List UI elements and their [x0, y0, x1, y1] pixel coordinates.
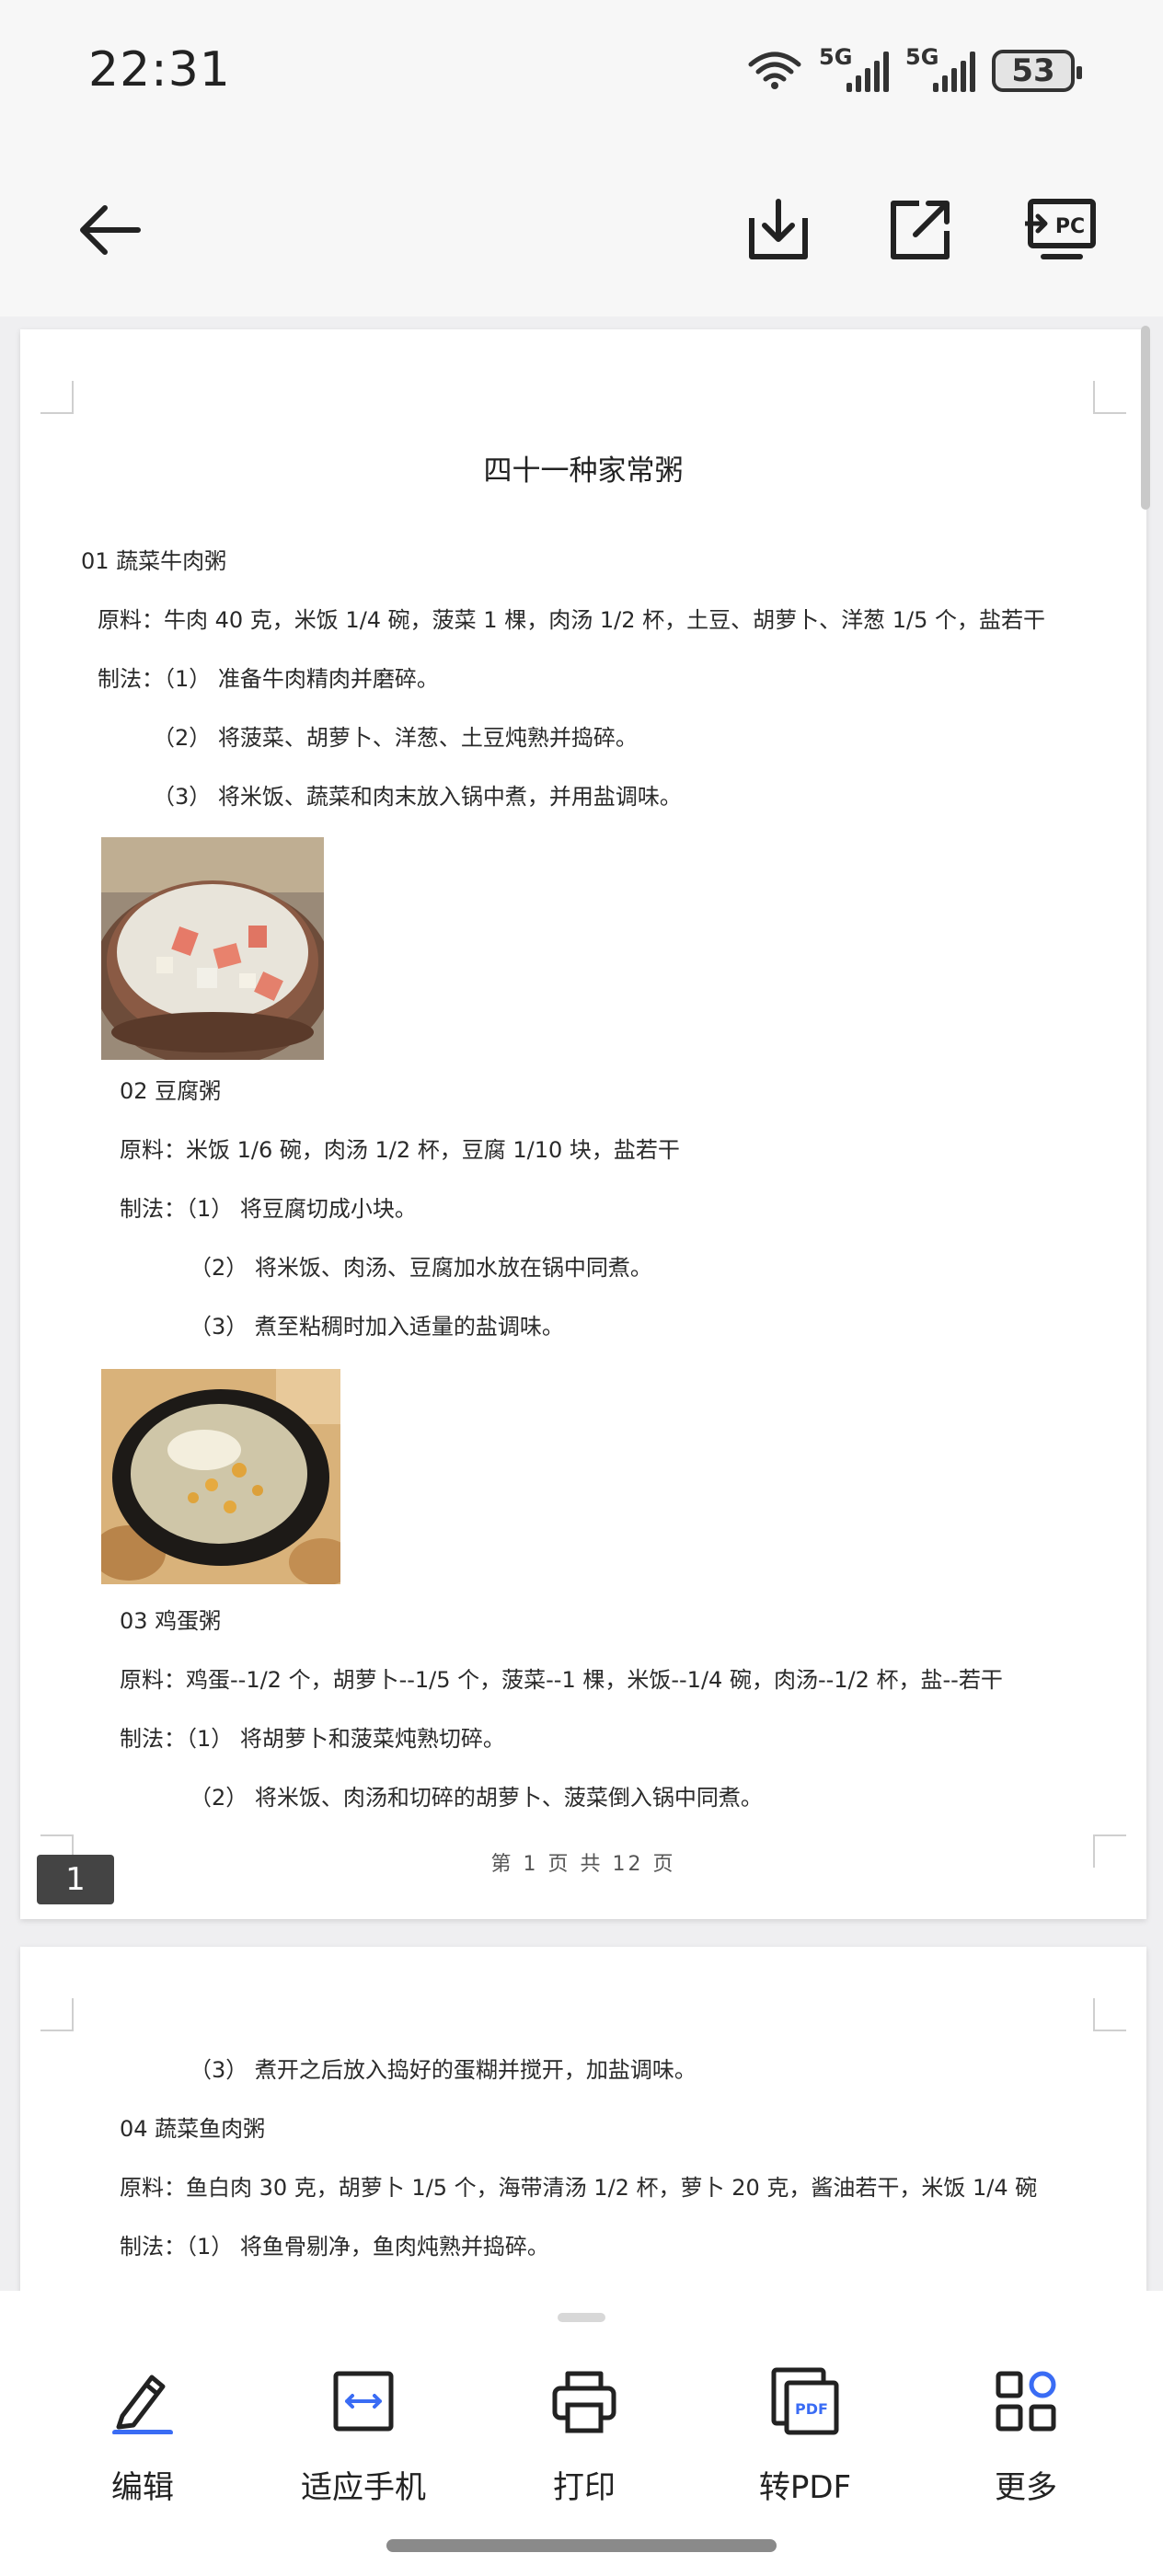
recipe-heading: 04 蔬菜鱼肉粥	[120, 2116, 266, 2142]
edit-button[interactable]: 编辑	[32, 2364, 253, 2507]
signal-icon: 5G	[905, 44, 975, 92]
page-corner-mark	[1093, 381, 1126, 414]
home-indicator[interactable]	[386, 2539, 777, 2552]
document-page: 四十一种家常粥 01 蔬菜牛肉粥 原料：牛肉 40 克，米饭 1/4 碗，菠菜 …	[20, 329, 1146, 1919]
recipe-heading: 03 鸡蛋粥	[120, 1608, 222, 1634]
recipe-step: 制法：（1） 准备牛肉精肉并磨碎。	[98, 666, 439, 692]
page-corner-mark	[40, 381, 74, 414]
status-icons: 5G 5G 53	[747, 44, 1082, 94]
send-to-pc-button[interactable]: PC	[1016, 184, 1108, 276]
more-grid-icon	[989, 2364, 1063, 2438]
recipe-ingredients: 原料：鸡蛋--1/2 个，胡萝卜--1/5 个，菠菜--1 棵，米饭--1/4 …	[120, 1667, 1003, 1693]
action-label: 编辑	[111, 2469, 174, 2506]
to-pc-icon: PC	[1025, 199, 1096, 259]
to-pdf-button[interactable]: PDF 转PDF	[695, 2364, 915, 2507]
recipe-ingredients: 原料：鱼白肉 30 克，胡萝卜 1/5 个，海带清汤 1/2 杯，萝卜 20 克…	[120, 2175, 1038, 2201]
battery-icon: 53	[992, 50, 1082, 92]
download-icon	[749, 199, 808, 259]
recipe-heading: 02 豆腐粥	[120, 1078, 222, 1104]
action-label: 适应手机	[301, 2469, 426, 2506]
wifi-icon	[747, 48, 802, 94]
recipe-step: （3） 煮至粘稠时加入适量的盐调味。	[190, 1314, 564, 1340]
recipe-step: （2） 将菠菜、胡萝卜、洋葱、土豆炖熟并捣碎。	[153, 725, 638, 751]
recipe-step: （2） 将米饭、肉汤、豆腐加水放在锅中同煮。	[190, 1255, 652, 1281]
back-button[interactable]	[64, 184, 156, 276]
document-page: （3） 煮开之后放入捣好的蛋糊并搅开，加盐调味。 04 蔬菜鱼肉粥 原料：鱼白肉…	[20, 1947, 1146, 2291]
top-toolbar: PC	[0, 147, 1163, 316]
action-label: 更多	[995, 2469, 1057, 2506]
pdf-badge: PDF	[795, 2400, 828, 2418]
share-icon	[891, 201, 950, 259]
network-label: 5G	[905, 44, 939, 70]
page-corner-mark	[40, 1998, 74, 2031]
page-corner-mark	[1093, 1998, 1126, 2031]
status-time: 22:31	[88, 42, 231, 98]
recipe-step: （3） 将米饭、蔬菜和肉末放入锅中煮，并用盐调味。	[153, 784, 682, 810]
pc-label: PC	[1055, 215, 1085, 238]
download-button[interactable]	[732, 184, 824, 276]
battery-level: 53	[1011, 52, 1055, 89]
action-label: 转PDF	[758, 2469, 852, 2506]
back-arrow-icon	[80, 205, 141, 255]
status-bar: 22:31 5G 5G 53	[0, 0, 1163, 147]
congee-photo-tofu	[101, 1369, 340, 1584]
action-label: 打印	[553, 2469, 616, 2506]
fit-phone-icon	[327, 2364, 400, 2438]
page-footer: 第 1 页 共 12 页	[490, 1853, 676, 1876]
recipe-ingredients: 原料：米饭 1/6 碗，肉汤 1/2 杯，豆腐 1/10 块，盐若干	[120, 1137, 680, 1163]
bottom-action-bar: 编辑 适应手机 打印 PDF 转PDF 更多	[0, 2291, 1163, 2576]
recipe-step: 制法：（1） 将胡萝卜和菠菜炖熟切碎。	[120, 1726, 505, 1752]
document-viewer[interactable]: 四十一种家常粥 01 蔬菜牛肉粥 原料：牛肉 40 克，米饭 1/4 碗，菠菜 …	[0, 316, 1163, 2291]
share-button[interactable]	[874, 184, 966, 276]
signal-icon: 5G	[819, 44, 889, 92]
page-number-badge: 1	[37, 1855, 114, 1904]
scrollbar-thumb[interactable]	[1141, 326, 1150, 510]
print-button[interactable]: 打印	[474, 2364, 695, 2507]
recipe-step: （3） 煮开之后放入捣好的蛋糊并搅开，加盐调味。	[190, 2057, 697, 2083]
congee-photo-vegetable-beef	[101, 837, 324, 1060]
action-list: 编辑 适应手机 打印 PDF 转PDF 更多	[0, 2364, 1163, 2507]
print-icon	[547, 2364, 621, 2438]
recipe-heading: 01 蔬菜牛肉粥	[81, 548, 227, 574]
edit-pen-icon	[106, 2364, 179, 2438]
recipe-step: （2） 将米饭、肉汤和切碎的胡萝卜、菠菜倒入锅中同煮。	[190, 1785, 763, 1811]
document-title: 四十一种家常粥	[483, 454, 684, 488]
recipe-step: 制法：（1） 将鱼骨剔净，鱼肉炖熟并捣碎。	[120, 2234, 549, 2260]
to-pdf-icon: PDF	[768, 2364, 842, 2438]
sheet-grabber[interactable]	[558, 2313, 605, 2322]
network-label: 5G	[819, 44, 853, 70]
recipe-ingredients: 原料：牛肉 40 克，米饭 1/4 碗，菠菜 1 棵，肉汤 1/2 杯，土豆、胡…	[98, 607, 1045, 633]
fit-phone-button[interactable]: 适应手机	[253, 2364, 474, 2507]
recipe-step: 制法：（1） 将豆腐切成小块。	[120, 1196, 417, 1222]
more-button[interactable]: 更多	[915, 2364, 1136, 2507]
